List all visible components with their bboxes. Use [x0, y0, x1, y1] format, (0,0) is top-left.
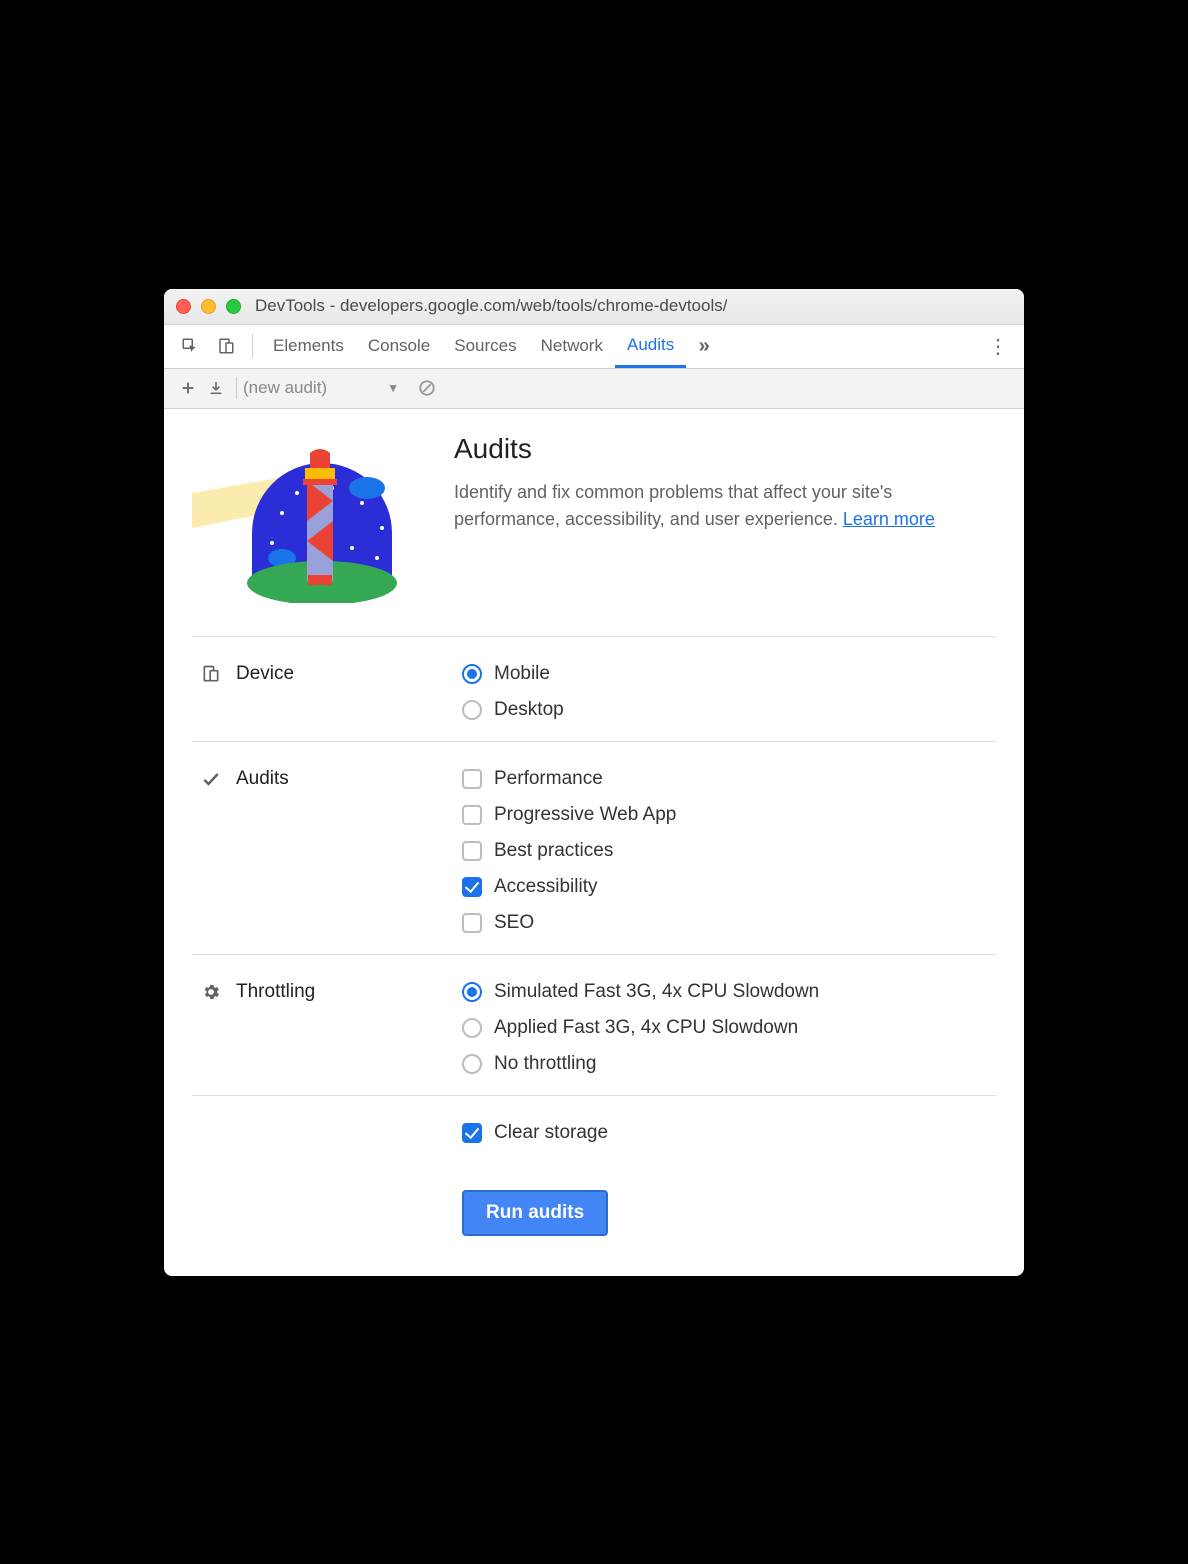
radio-no-throttling[interactable]: No throttling	[462, 1053, 996, 1075]
separator	[252, 334, 253, 358]
tab-network[interactable]: Network	[529, 325, 615, 368]
more-tabs-icon[interactable]: »	[692, 334, 716, 358]
tab-sources[interactable]: Sources	[442, 325, 528, 368]
radio-icon	[462, 664, 482, 684]
section-label-device: Device	[192, 663, 462, 721]
section-clear-storage: Clear storage	[192, 1095, 996, 1164]
clear-icon[interactable]	[413, 374, 441, 402]
radio-icon	[462, 982, 482, 1002]
section-label-audits: Audits	[192, 768, 462, 934]
maximize-icon[interactable]	[226, 299, 241, 314]
window-title: DevTools - developers.google.com/web/too…	[255, 296, 727, 316]
panel-heading: Audits	[454, 433, 996, 465]
checkbox-icon	[462, 769, 482, 789]
run-audits-button[interactable]: Run audits	[462, 1190, 608, 1236]
audits-panel: Audits Identify and fix common problems …	[164, 409, 1024, 1276]
chevron-down-icon: ▼	[387, 381, 399, 395]
checkbox-icon	[462, 913, 482, 933]
section-audits: Audits Performance Progressive Web App B…	[192, 741, 996, 954]
section-label-throttling: Throttling	[192, 981, 462, 1075]
audit-select[interactable]: (new audit) ▼	[243, 378, 405, 398]
intro-block: Audits Identify and fix common problems …	[192, 433, 996, 608]
checkbox-icon	[462, 841, 482, 861]
section-device: Device Mobile Desktop	[192, 636, 996, 741]
radio-desktop[interactable]: Desktop	[462, 699, 996, 721]
checkbox-pwa[interactable]: Progressive Web App	[462, 804, 996, 826]
checkbox-accessibility[interactable]: Accessibility	[462, 876, 996, 898]
separator	[236, 377, 237, 399]
lighthouse-illustration	[192, 433, 422, 608]
checkbox-seo[interactable]: SEO	[462, 912, 996, 934]
device-toggle-icon[interactable]	[214, 334, 238, 358]
radio-simulated-3g[interactable]: Simulated Fast 3G, 4x CPU Slowdown	[462, 981, 996, 1003]
gear-icon	[200, 981, 222, 1003]
radio-applied-3g[interactable]: Applied Fast 3G, 4x CPU Slowdown	[462, 1017, 996, 1039]
devtools-window: DevTools - developers.google.com/web/too…	[164, 289, 1024, 1276]
panel-description: Identify and fix common problems that af…	[454, 479, 996, 533]
download-icon[interactable]	[202, 374, 230, 402]
checkbox-clear-storage[interactable]: Clear storage	[462, 1122, 996, 1144]
tab-console[interactable]: Console	[356, 325, 442, 368]
audit-select-value: (new audit)	[243, 378, 327, 398]
run-row: Run audits	[192, 1164, 996, 1236]
titlebar: DevTools - developers.google.com/web/too…	[164, 289, 1024, 325]
section-throttling: Throttling Simulated Fast 3G, 4x CPU Slo…	[192, 954, 996, 1095]
learn-more-link[interactable]: Learn more	[843, 509, 935, 529]
radio-icon	[462, 1054, 482, 1074]
checkbox-best-practices[interactable]: Best practices	[462, 840, 996, 862]
checkbox-performance[interactable]: Performance	[462, 768, 996, 790]
checkmark-icon	[200, 768, 222, 790]
radio-icon	[462, 700, 482, 720]
checkbox-icon	[462, 1123, 482, 1143]
kebab-menu-icon[interactable]: ⋮	[986, 334, 1010, 358]
new-audit-icon[interactable]	[174, 374, 202, 402]
radio-mobile[interactable]: Mobile	[462, 663, 996, 685]
audit-toolbar: (new audit) ▼	[164, 369, 1024, 409]
traffic-lights	[176, 299, 241, 314]
radio-icon	[462, 1018, 482, 1038]
inspect-icon[interactable]	[178, 334, 202, 358]
device-icon	[200, 663, 222, 685]
close-icon[interactable]	[176, 299, 191, 314]
intro-text: Audits Identify and fix common problems …	[454, 433, 996, 608]
checkbox-icon	[462, 805, 482, 825]
tab-audits[interactable]: Audits	[615, 325, 686, 368]
empty-label	[192, 1122, 462, 1144]
tab-elements[interactable]: Elements	[261, 325, 356, 368]
devtools-tabbar: Elements Console Sources Network Audits …	[164, 325, 1024, 369]
minimize-icon[interactable]	[201, 299, 216, 314]
checkbox-icon	[462, 877, 482, 897]
